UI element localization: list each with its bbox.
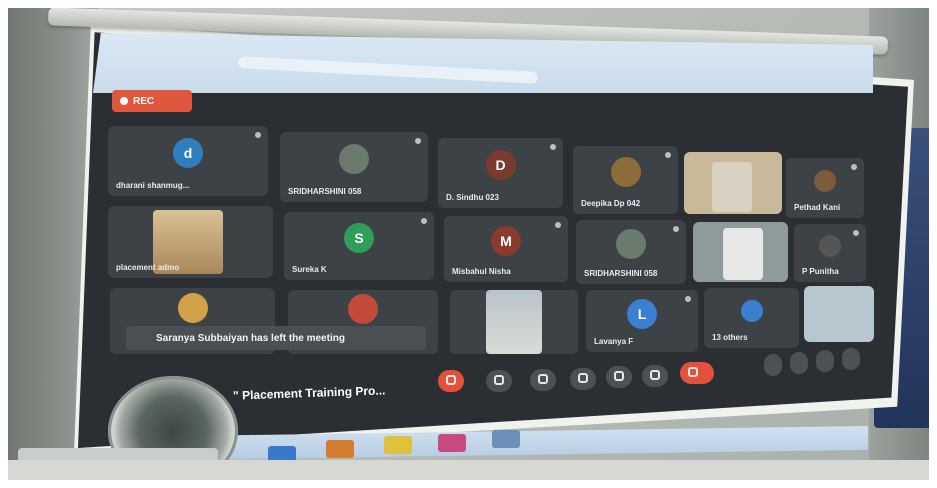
others-tile[interactable]: 13 others	[704, 288, 799, 348]
mic-icon[interactable]	[438, 370, 464, 392]
more-icon[interactable]	[642, 365, 668, 387]
photo-frame: Ic REC d dharani shanmug... SRIDHARSHINI…	[8, 8, 929, 480]
chrome-icon[interactable]	[384, 436, 412, 454]
window-icon[interactable]	[492, 430, 520, 448]
avatar	[819, 235, 841, 258]
camera-icon[interactable]	[486, 370, 512, 392]
captions-icon[interactable]	[530, 369, 556, 391]
mic-icon	[853, 230, 859, 236]
participant-tile-video[interactable]	[450, 290, 578, 354]
participant-tile[interactable]: Pethad Kani	[786, 158, 864, 218]
avatar: S	[344, 222, 374, 253]
firefox-icon[interactable]	[438, 434, 466, 452]
participant-name: Pethad Kani	[794, 203, 841, 212]
participant-name: P Punitha	[802, 267, 839, 276]
mic-icon	[665, 152, 671, 158]
others-count: 13 others	[712, 333, 748, 342]
video-feed	[486, 290, 542, 354]
info-icon[interactable]	[764, 354, 782, 376]
raise-hand-icon[interactable]	[570, 368, 596, 390]
mic-icon	[685, 296, 691, 302]
recording-badge: REC	[112, 90, 192, 112]
participant-name: SRIDHARSHINI 058	[584, 269, 658, 278]
activities-icon[interactable]	[842, 348, 860, 370]
left-meeting-toast: Saranya Subbaiyan has left the meeting	[126, 326, 426, 350]
mic-icon	[550, 144, 556, 150]
avatar	[610, 156, 641, 187]
end-call-icon[interactable]	[680, 362, 714, 384]
video-feed	[712, 162, 752, 212]
participant-name: Deepika Dp 042	[581, 199, 641, 208]
participant-tile[interactable]: SRIDHARSHINI 058	[280, 132, 428, 202]
floor	[8, 460, 929, 480]
chat-icon[interactable]	[816, 350, 834, 372]
participant-tile[interactable]: L Lavanya F	[586, 290, 698, 352]
participant-name: SRIDHARSHINI 058	[288, 187, 362, 196]
participant-tile[interactable]: D D. Sindhu 023	[438, 138, 563, 208]
participant-tile-video[interactable]: placement admo	[108, 206, 273, 278]
avatar	[616, 229, 646, 260]
avatar	[177, 292, 208, 323]
video-feed	[723, 228, 763, 280]
mic-icon	[851, 164, 857, 170]
avatar: D	[485, 149, 516, 180]
participant-tile-video[interactable]	[693, 222, 788, 282]
participant-name: dharani shanmug...	[116, 181, 190, 190]
participant-tile[interactable]: SRIDHARSHINI 058	[576, 220, 686, 284]
mic-icon	[673, 226, 679, 232]
avatar: d	[173, 137, 203, 168]
participant-name: D. Sindhu 023	[446, 193, 499, 202]
people-icon[interactable]	[790, 352, 808, 374]
mic-icon	[255, 132, 261, 138]
avatar	[339, 143, 369, 174]
media-icon[interactable]	[326, 440, 354, 458]
participant-tile[interactable]: d dharani shanmug...	[108, 126, 268, 196]
avatar: M	[491, 226, 521, 257]
participant-tile[interactable]: S Sureka K	[284, 212, 434, 280]
avatar: L	[627, 298, 657, 329]
participant-name: Sureka K	[292, 265, 327, 274]
participant-tile-video[interactable]	[804, 286, 874, 342]
present-icon[interactable]	[606, 366, 632, 388]
participant-name: Misbahul Nisha	[452, 267, 511, 276]
participant-tile[interactable]: P Punitha	[794, 224, 866, 282]
record-dot-icon	[120, 97, 128, 105]
rec-label: REC	[133, 95, 155, 107]
avatar	[348, 294, 378, 325]
mic-icon	[555, 222, 561, 228]
avatar	[814, 169, 836, 192]
mic-icon	[421, 218, 427, 224]
participant-tile[interactable]: Deepika Dp 042	[573, 146, 678, 214]
participant-tile[interactable]: M Misbahul Nisha	[444, 216, 568, 282]
avatar-stack	[740, 299, 763, 322]
mic-icon	[415, 138, 421, 144]
participant-name: Lavanya F	[594, 337, 634, 346]
participant-tile-video[interactable]	[684, 152, 782, 214]
participant-name: placement admo	[116, 263, 180, 272]
